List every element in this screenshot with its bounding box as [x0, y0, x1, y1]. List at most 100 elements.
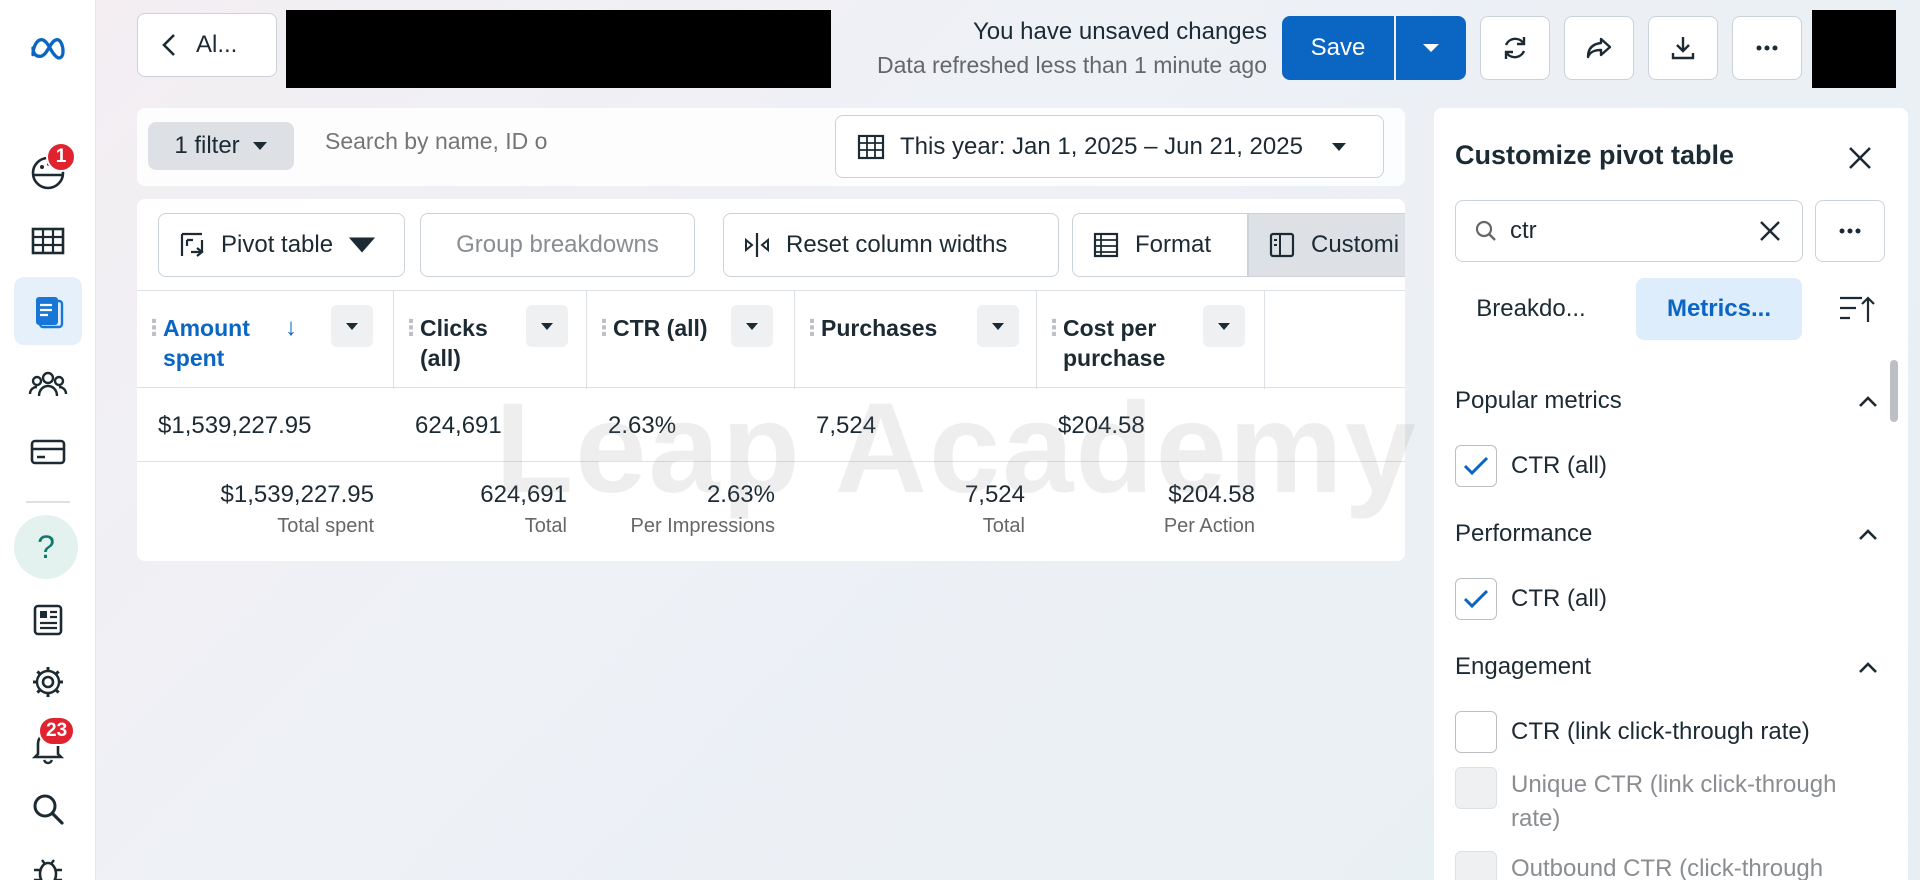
format-icon	[1093, 232, 1119, 258]
sort-descending-icon[interactable]: ↓	[285, 313, 297, 343]
tab-metrics[interactable]: Metrics...	[1636, 278, 1802, 340]
group-breakdowns-button[interactable]: Group breakdowns	[420, 213, 695, 277]
close-icon[interactable]	[1840, 138, 1880, 178]
caret-down-icon	[348, 237, 376, 253]
settings-gear-icon[interactable]	[14, 648, 82, 716]
caret-down-icon	[1331, 142, 1346, 151]
meta-logo-icon[interactable]	[14, 14, 82, 82]
format-button[interactable]: Format	[1072, 213, 1248, 277]
share-button[interactable]	[1564, 16, 1634, 80]
clear-search-icon[interactable]	[1758, 219, 1782, 243]
drag-handle-icon[interactable]: ⋮	[1043, 313, 1065, 343]
customize-button[interactable]: Customi	[1248, 213, 1405, 277]
download-icon	[1671, 37, 1695, 60]
column-header-purchases[interactable]: ⋮ Purchases	[795, 291, 1037, 389]
sort-order-icon[interactable]	[1834, 288, 1876, 330]
chevron-up-icon[interactable]	[1856, 523, 1880, 547]
reset-column-widths-button[interactable]: Reset column widths	[723, 213, 1059, 277]
table-row[interactable]: $1,539,227.95 624,691 2.63% 7,524 $204.5…	[137, 388, 1405, 462]
column-header-ctr[interactable]: ⋮ CTR (all)	[587, 291, 795, 389]
checkbox-ctr-all-performance[interactable]	[1455, 578, 1497, 620]
cell-purchases: 7,524	[816, 412, 877, 439]
chevron-up-icon[interactable]	[1856, 656, 1880, 680]
bug-report-icon[interactable]	[14, 836, 82, 880]
checkbox-label: CTR (all)	[1511, 585, 1607, 612]
customize-label: Customi	[1311, 231, 1400, 258]
tab-breakdowns[interactable]: Breakdo...	[1455, 278, 1607, 340]
column-menu-button[interactable]	[731, 305, 773, 347]
search-input[interactable]	[325, 128, 625, 155]
filter-chip[interactable]: 1 filter	[148, 122, 294, 170]
save-options-button[interactable]	[1396, 16, 1466, 80]
caret-down-icon	[1423, 44, 1439, 52]
table-icon[interactable]	[14, 207, 82, 275]
chevron-up-icon[interactable]	[1856, 390, 1880, 414]
share-icon	[1586, 37, 1612, 59]
total-amount-spent: $1,539,227.95	[220, 481, 374, 508]
checkbox-ctr-all-popular[interactable]	[1455, 445, 1497, 487]
column-label: CTR (all)	[613, 315, 708, 341]
checkbox-unique-ctr-link	[1455, 767, 1497, 809]
more-options-button[interactable]	[1732, 16, 1802, 80]
total-purchases-label: Total	[982, 515, 1025, 537]
caret-down-icon	[746, 322, 758, 330]
cell-clicks: 624,691	[415, 412, 502, 439]
cell-amount-spent: $1,539,227.95	[158, 412, 312, 439]
more-horizontal-icon	[1756, 45, 1778, 51]
notification-badge: 1	[46, 142, 76, 172]
column-label: Clicks (all)	[420, 315, 488, 371]
chevron-left-icon	[162, 34, 175, 56]
reports-icon[interactable]	[14, 277, 82, 345]
save-button-group: Save	[1282, 16, 1466, 80]
pivot-table-dropdown[interactable]: Pivot table	[158, 213, 405, 277]
column-menu-button[interactable]	[1203, 305, 1245, 347]
drag-handle-icon[interactable]: ⋮	[593, 313, 615, 343]
column-header-amount-spent[interactable]: ⋮ Amount spent ↓	[137, 291, 394, 389]
panel-more-button[interactable]	[1815, 200, 1885, 262]
section-popular-metrics[interactable]: Popular metrics	[1455, 387, 1622, 415]
drag-handle-icon[interactable]: ⋮	[143, 313, 165, 343]
customize-panel-icon	[1269, 232, 1295, 258]
caret-down-icon	[1218, 322, 1230, 330]
date-range-picker[interactable]: This year: Jan 1, 2025 – Jun 21, 2025	[835, 115, 1384, 178]
column-resize-icon	[745, 233, 769, 257]
caret-down-icon	[346, 322, 358, 330]
column-menu-button[interactable]	[977, 305, 1019, 347]
section-performance[interactable]: Performance	[1455, 520, 1592, 548]
save-button[interactable]: Save	[1282, 16, 1394, 80]
back-button-label: Al...	[196, 31, 238, 58]
section-engagement[interactable]: Engagement	[1455, 653, 1591, 681]
customize-pivot-panel: Customize pivot table Breakdo... Metrics…	[1434, 108, 1908, 880]
metric-search-box	[1455, 200, 1803, 262]
column-header-clicks[interactable]: ⋮ Clicks (all)	[394, 291, 587, 389]
pivot-icon	[180, 232, 204, 257]
help-icon[interactable]: ?	[14, 515, 78, 579]
search-icon[interactable]	[14, 775, 82, 843]
total-clicks: 624,691	[480, 481, 567, 508]
drag-handle-icon[interactable]: ⋮	[801, 313, 823, 343]
metric-search-input[interactable]	[1510, 217, 1730, 245]
column-menu-button[interactable]	[526, 305, 568, 347]
caret-down-icon	[541, 322, 553, 330]
audiences-icon[interactable]	[14, 350, 82, 418]
column-menu-button[interactable]	[331, 305, 373, 347]
column-header-cost-per-purchase[interactable]: ⋮ Cost per purchase	[1037, 291, 1265, 389]
redacted-avatar	[1812, 10, 1896, 88]
news-icon[interactable]	[14, 586, 82, 654]
panel-scrollbar[interactable]	[1890, 360, 1898, 422]
filter-chip-label: 1 filter	[174, 132, 240, 159]
drag-handle-icon[interactable]: ⋮	[400, 313, 422, 343]
total-purchases: 7,524	[964, 481, 1025, 508]
more-horizontal-icon	[1839, 228, 1861, 234]
panel-title: Customize pivot table	[1455, 140, 1735, 170]
unsaved-changes-text: You have unsaved changes	[972, 18, 1267, 45]
date-range-label: This year: Jan 1, 2025 – Jun 21, 2025	[900, 132, 1303, 160]
refresh-button[interactable]	[1480, 16, 1550, 80]
checkbox-ctr-link[interactable]	[1455, 711, 1497, 753]
checkbox-label: Outbound CTR (click-through	[1511, 855, 1824, 880]
pivot-table-label: Pivot table	[221, 231, 334, 258]
checkbox-label: CTR (link click-through rate)	[1511, 718, 1810, 745]
back-button[interactable]: Al...	[137, 13, 277, 77]
billing-icon[interactable]	[14, 418, 82, 486]
export-button[interactable]	[1648, 16, 1718, 80]
